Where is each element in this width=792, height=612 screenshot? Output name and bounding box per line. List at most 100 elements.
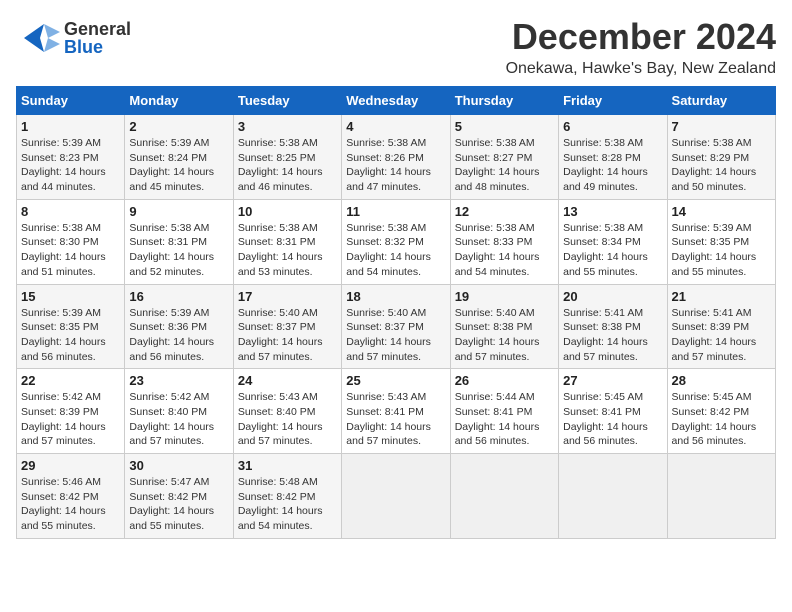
logo-icon: [16, 16, 60, 60]
table-row: 20 Sunrise: 5:41 AM Sunset: 8:38 PM Dayli…: [559, 284, 667, 369]
col-tuesday: Tuesday: [233, 87, 341, 115]
day-info: Sunrise: 5:40 AM Sunset: 8:37 PM Dayligh…: [346, 306, 445, 365]
day-number: 12: [455, 204, 554, 219]
table-row: [667, 454, 775, 539]
table-row: 26 Sunrise: 5:44 AM Sunset: 8:41 PM Dayli…: [450, 369, 558, 454]
day-number: 26: [455, 373, 554, 388]
calendar-week-4: 22Sunrise: 5:42 AM Sunset: 8:39 PM Dayli…: [17, 369, 776, 454]
header: General Blue December 2024 Onekawa, Hawk…: [16, 16, 776, 78]
col-wednesday: Wednesday: [342, 87, 450, 115]
day-number: 24: [238, 373, 337, 388]
calendar-week-1: 1 Sunrise: 5:39 AM Sunset: 8:23 PM Daylig…: [17, 115, 776, 200]
day-info: Sunrise: 5:45 AM Sunset: 8:41 PM Dayligh…: [563, 390, 662, 449]
day-info: Sunrise: 5:40 AM Sunset: 8:37 PM Dayligh…: [238, 306, 337, 365]
day-number: 30: [129, 458, 228, 473]
day-number: 29: [21, 458, 120, 473]
logo: General Blue: [16, 16, 131, 60]
day-number: 22: [21, 373, 120, 388]
day-info: Sunrise: 5:38 AM Sunset: 8:31 PM Dayligh…: [129, 221, 228, 280]
day-info: Sunrise: 5:39 AM Sunset: 8:36 PM Dayligh…: [129, 306, 228, 365]
day-number: 21: [672, 289, 771, 304]
table-row: 14Sunrise: 5:39 AM Sunset: 8:35 PM Dayli…: [667, 199, 775, 284]
table-row: 11 Sunrise: 5:38 AM Sunset: 8:32 PM Dayli…: [342, 199, 450, 284]
table-row: 4Sunrise: 5:38 AM Sunset: 8:26 PM Daylig…: [342, 115, 450, 200]
table-row: 29 Sunrise: 5:46 AM Sunset: 8:42 PM Dayli…: [17, 454, 125, 539]
day-number: 2: [129, 119, 228, 134]
day-info: Sunrise: 5:44 AM Sunset: 8:41 PM Dayligh…: [455, 390, 554, 449]
day-number: 31: [238, 458, 337, 473]
day-info: Sunrise: 5:47 AM Sunset: 8:42 PM Dayligh…: [129, 475, 228, 534]
col-monday: Monday: [125, 87, 233, 115]
day-number: 7: [672, 119, 771, 134]
day-info: Sunrise: 5:45 AM Sunset: 8:42 PM Dayligh…: [672, 390, 771, 449]
day-number: 15: [21, 289, 120, 304]
day-number: 11: [346, 204, 445, 219]
calendar-week-5: 29 Sunrise: 5:46 AM Sunset: 8:42 PM Dayli…: [17, 454, 776, 539]
table-row: 23 Sunrise: 5:42 AM Sunset: 8:40 PM Dayli…: [125, 369, 233, 454]
calendar-week-3: 15 Sunrise: 5:39 AM Sunset: 8:35 PM Dayli…: [17, 284, 776, 369]
day-number: 27: [563, 373, 662, 388]
table-row: 5 Sunrise: 5:38 AM Sunset: 8:27 PM Daylig…: [450, 115, 558, 200]
table-row: 30 Sunrise: 5:47 AM Sunset: 8:42 PM Dayli…: [125, 454, 233, 539]
table-row: 9Sunrise: 5:38 AM Sunset: 8:31 PM Daylig…: [125, 199, 233, 284]
col-thursday: Thursday: [450, 87, 558, 115]
table-row: 7 Sunrise: 5:38 AM Sunset: 8:29 PM Daylig…: [667, 115, 775, 200]
day-number: 16: [129, 289, 228, 304]
day-number: 23: [129, 373, 228, 388]
day-info: Sunrise: 5:38 AM Sunset: 8:28 PM Dayligh…: [563, 136, 662, 195]
day-number: 18: [346, 289, 445, 304]
table-row: 13Sunrise: 5:38 AM Sunset: 8:34 PM Dayli…: [559, 199, 667, 284]
day-info: Sunrise: 5:41 AM Sunset: 8:39 PM Dayligh…: [672, 306, 771, 365]
calendar-week-2: 8Sunrise: 5:38 AM Sunset: 8:30 PM Daylig…: [17, 199, 776, 284]
table-row: 16 Sunrise: 5:39 AM Sunset: 8:36 PM Dayli…: [125, 284, 233, 369]
logo-text: General Blue: [64, 20, 131, 56]
day-info: Sunrise: 5:43 AM Sunset: 8:41 PM Dayligh…: [346, 390, 445, 449]
day-info: Sunrise: 5:38 AM Sunset: 8:29 PM Dayligh…: [672, 136, 771, 195]
table-row: 21 Sunrise: 5:41 AM Sunset: 8:39 PM Dayli…: [667, 284, 775, 369]
day-info: Sunrise: 5:39 AM Sunset: 8:35 PM Dayligh…: [672, 221, 771, 280]
day-info: Sunrise: 5:38 AM Sunset: 8:27 PM Dayligh…: [455, 136, 554, 195]
day-number: 6: [563, 119, 662, 134]
day-info: Sunrise: 5:38 AM Sunset: 8:32 PM Dayligh…: [346, 221, 445, 280]
day-number: 8: [21, 204, 120, 219]
table-row: 17 Sunrise: 5:40 AM Sunset: 8:37 PM Dayli…: [233, 284, 341, 369]
day-number: 19: [455, 289, 554, 304]
table-row: 2 Sunrise: 5:39 AM Sunset: 8:24 PM Daylig…: [125, 115, 233, 200]
table-row: 12 Sunrise: 5:38 AM Sunset: 8:33 PM Dayli…: [450, 199, 558, 284]
logo-general: General: [64, 20, 131, 38]
day-info: Sunrise: 5:40 AM Sunset: 8:38 PM Dayligh…: [455, 306, 554, 365]
title-block: December 2024 Onekawa, Hawke's Bay, New …: [506, 16, 776, 78]
day-info: Sunrise: 5:38 AM Sunset: 8:31 PM Dayligh…: [238, 221, 337, 280]
day-info: Sunrise: 5:38 AM Sunset: 8:34 PM Dayligh…: [563, 221, 662, 280]
month-title: December 2024: [506, 16, 776, 58]
day-info: Sunrise: 5:39 AM Sunset: 8:23 PM Dayligh…: [21, 136, 120, 195]
table-row: 28Sunrise: 5:45 AM Sunset: 8:42 PM Dayli…: [667, 369, 775, 454]
day-info: Sunrise: 5:43 AM Sunset: 8:40 PM Dayligh…: [238, 390, 337, 449]
day-info: Sunrise: 5:39 AM Sunset: 8:24 PM Dayligh…: [129, 136, 228, 195]
col-saturday: Saturday: [667, 87, 775, 115]
table-row: 6 Sunrise: 5:38 AM Sunset: 8:28 PM Daylig…: [559, 115, 667, 200]
day-info: Sunrise: 5:39 AM Sunset: 8:35 PM Dayligh…: [21, 306, 120, 365]
day-info: Sunrise: 5:41 AM Sunset: 8:38 PM Dayligh…: [563, 306, 662, 365]
table-row: 22Sunrise: 5:42 AM Sunset: 8:39 PM Dayli…: [17, 369, 125, 454]
day-info: Sunrise: 5:38 AM Sunset: 8:25 PM Dayligh…: [238, 136, 337, 195]
table-row: [342, 454, 450, 539]
day-info: Sunrise: 5:42 AM Sunset: 8:40 PM Dayligh…: [129, 390, 228, 449]
table-row: [450, 454, 558, 539]
day-number: 1: [21, 119, 120, 134]
table-row: 19 Sunrise: 5:40 AM Sunset: 8:38 PM Dayli…: [450, 284, 558, 369]
day-info: Sunrise: 5:46 AM Sunset: 8:42 PM Dayligh…: [21, 475, 120, 534]
header-row: Sunday Monday Tuesday Wednesday Thursday…: [17, 87, 776, 115]
table-row: [559, 454, 667, 539]
table-row: 18 Sunrise: 5:40 AM Sunset: 8:37 PM Dayli…: [342, 284, 450, 369]
table-row: 31Sunrise: 5:48 AM Sunset: 8:42 PM Dayli…: [233, 454, 341, 539]
day-number: 3: [238, 119, 337, 134]
table-row: 3 Sunrise: 5:38 AM Sunset: 8:25 PM Daylig…: [233, 115, 341, 200]
table-row: 1 Sunrise: 5:39 AM Sunset: 8:23 PM Daylig…: [17, 115, 125, 200]
table-row: 8Sunrise: 5:38 AM Sunset: 8:30 PM Daylig…: [17, 199, 125, 284]
day-number: 17: [238, 289, 337, 304]
day-number: 5: [455, 119, 554, 134]
col-friday: Friday: [559, 87, 667, 115]
day-number: 20: [563, 289, 662, 304]
day-info: Sunrise: 5:38 AM Sunset: 8:33 PM Dayligh…: [455, 221, 554, 280]
